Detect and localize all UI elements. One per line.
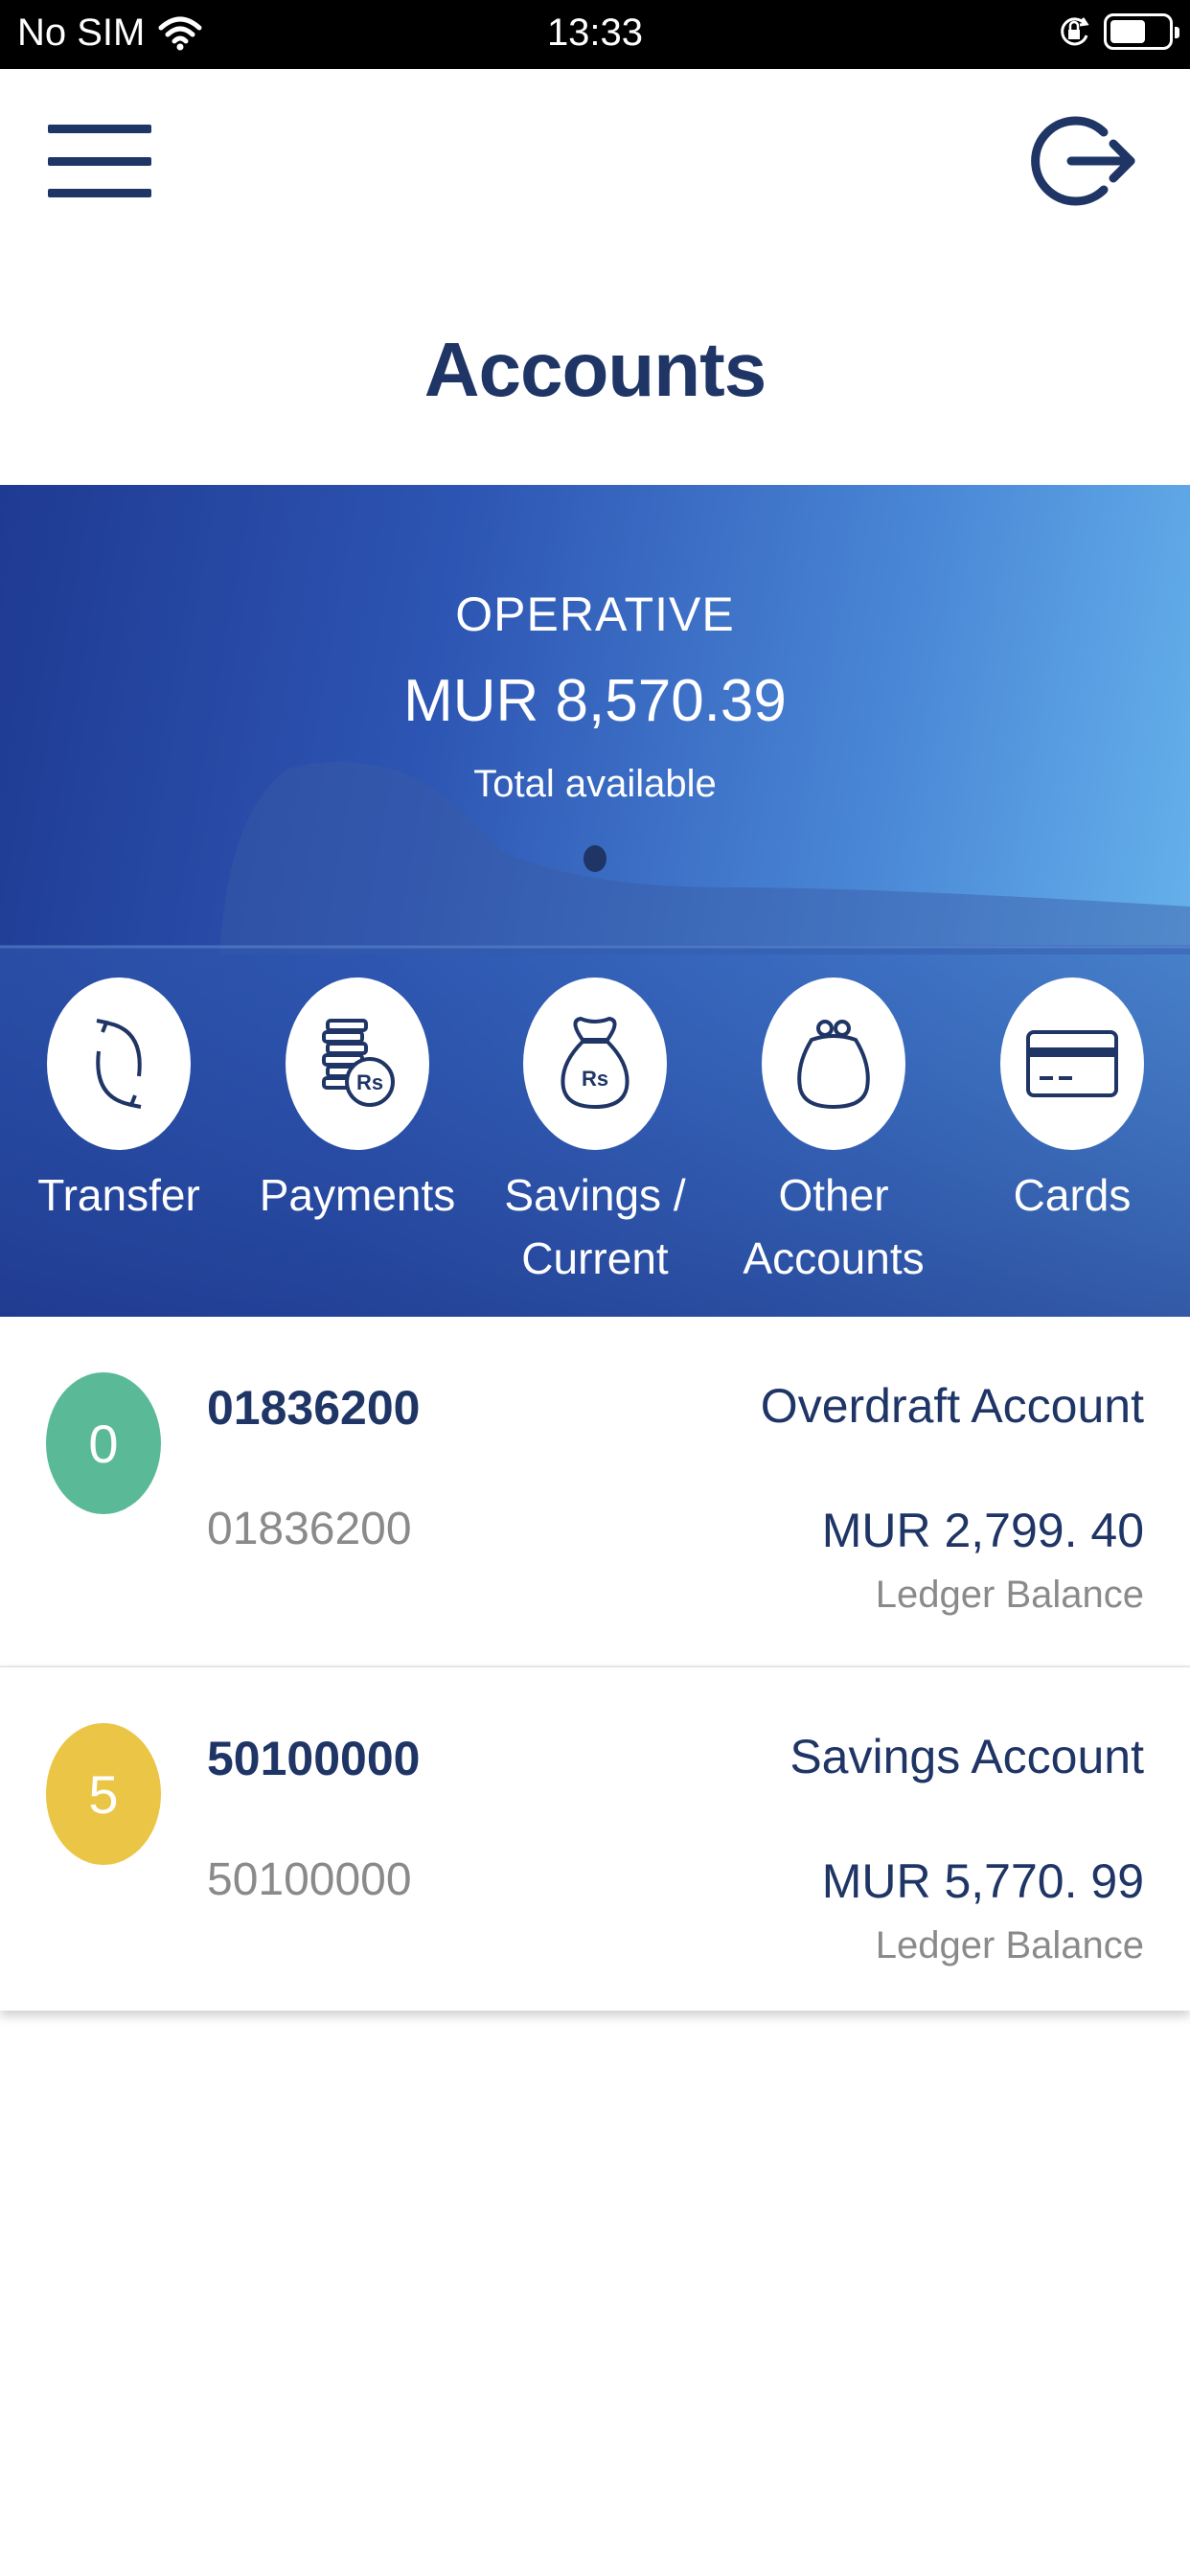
page-title: Accounts: [423, 327, 767, 412]
account-balance: MUR 2,799. 40: [821, 1504, 1144, 1557]
account-balance: MUR 5,770. 99: [821, 1854, 1144, 1908]
payments-label: Payments: [259, 1170, 456, 1220]
account-number-secondary: 01836200: [207, 1504, 412, 1554]
payments-action[interactable]: Rs Payments: [252, 978, 463, 1227]
page-indicator-dot[interactable]: [584, 845, 606, 872]
account-type: Overdraft Account: [760, 1379, 1144, 1433]
account-number: 50100000: [207, 1732, 421, 1785]
transfer-icon: [96, 1019, 142, 1109]
total-available-label: Total available: [473, 763, 717, 805]
status-time: 13:33: [546, 12, 644, 54]
payments-icon: Rs: [322, 1019, 395, 1107]
other-accounts-action[interactable]: Other Accounts: [728, 978, 939, 1290]
ledger-balance-label: Ledger Balance: [875, 1574, 1144, 1616]
logout-icon[interactable]: [1029, 111, 1138, 211]
svg-text:Rs: Rs: [356, 1070, 383, 1094]
purse-icon: [797, 1020, 870, 1110]
account-row-savings[interactable]: 5 50100000 50100000 Savings Account MUR …: [0, 1666, 1190, 2011]
total-amount: MUR 8,570.39: [403, 668, 787, 734]
account-row-overdraft[interactable]: 0 01836200 01836200 Overdraft Account MU…: [0, 1317, 1190, 1662]
transfer-action[interactable]: Transfer: [13, 978, 224, 1227]
status-bar: No SIM 13:33: [0, 0, 1190, 69]
card-icon: [1026, 1030, 1118, 1097]
account-category-label: OPERATIVE: [455, 587, 735, 641]
savings-bag-icon: Rs: [561, 1016, 629, 1110]
account-type: Savings Account: [790, 1730, 1144, 1783]
savings-current-label: Savings / Current: [504, 1170, 686, 1283]
orientation-lock-icon: [1061, 17, 1089, 46]
ledger-balance-label: Ledger Balance: [875, 1924, 1144, 1966]
transfer-label: Transfer: [37, 1170, 200, 1220]
status-right: [1058, 13, 1179, 50]
menu-icon[interactable]: [48, 123, 151, 199]
svg-text:Rs: Rs: [582, 1067, 608, 1091]
account-number: 01836200: [207, 1381, 421, 1435]
cards-action[interactable]: Cards: [967, 978, 1178, 1227]
account-avatar: 0: [46, 1372, 161, 1514]
account-number-secondary: 50100000: [207, 1854, 412, 1905]
account-avatar: 5: [46, 1723, 161, 1865]
cards-label: Cards: [1013, 1170, 1132, 1220]
savings-current-action[interactable]: Rs Savings / Current: [490, 978, 700, 1290]
other-accounts-label: Other Accounts: [743, 1170, 925, 1283]
summary-banner: OPERATIVE MUR 8,570.39 Total available T…: [0, 485, 1190, 1317]
battery-icon: [1104, 13, 1179, 50]
